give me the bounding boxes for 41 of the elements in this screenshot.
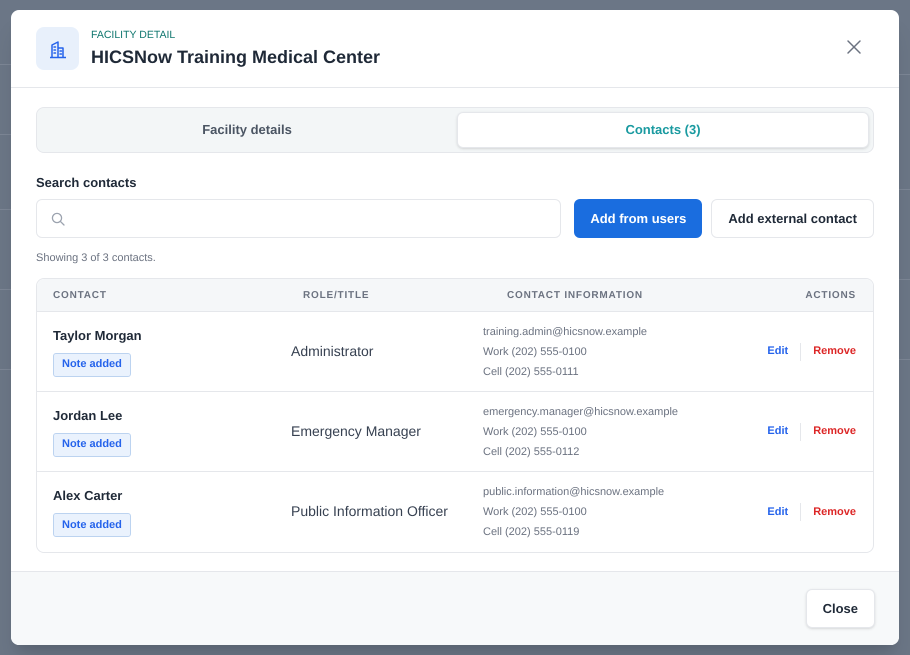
- edit-link[interactable]: Edit: [767, 423, 788, 440]
- contact-info-line: Work (202) 555-0100: [483, 344, 587, 360]
- close-icon[interactable]: [846, 38, 862, 54]
- contact-info-line: Work (202) 555-0100: [483, 505, 587, 520]
- column-header: CONTACT INFORMATION: [506, 288, 644, 302]
- search-field[interactable]: [36, 199, 562, 238]
- remove-link[interactable]: Remove: [813, 504, 856, 520]
- note-badge: Note added: [53, 513, 131, 537]
- dialog-eyebrow: FACILITY DETAIL: [91, 28, 176, 42]
- contact-info-line: Cell (202) 555-0112: [483, 444, 580, 460]
- contact-info-line: Cell (202) 555-0119: [483, 525, 580, 540]
- contact-info-line: public.information@hicsnow.example: [483, 485, 664, 500]
- edit-link[interactable]: Edit: [767, 504, 788, 520]
- add-from-users-button[interactable]: Add from users: [574, 199, 702, 238]
- add-external-contact-button[interactable]: Add external contact: [711, 199, 874, 238]
- column-header: ACTIONS: [804, 288, 857, 302]
- contact-name: Alex Carter: [53, 487, 122, 504]
- role-text: Emergency Manager: [291, 422, 421, 438]
- column-header: ROLE/TITLE: [302, 288, 370, 302]
- contact-name: Taylor Morgan: [53, 326, 142, 344]
- contact-info-line: training.admin@hicsnow.example: [483, 324, 648, 340]
- dialog-title: HICSNow Training Medical Center: [91, 46, 382, 69]
- close-button[interactable]: Close: [806, 589, 875, 628]
- note-badge: Note added: [53, 432, 131, 456]
- result-count: Showing 3 of 3 contacts.: [36, 251, 157, 265]
- edit-link[interactable]: Edit: [767, 343, 788, 360]
- search-icon: [51, 212, 65, 226]
- column-header: CONTACT: [52, 288, 108, 302]
- building-icon: [36, 27, 79, 70]
- tab[interactable]: Facility details: [41, 112, 453, 148]
- remove-link[interactable]: Remove: [813, 343, 856, 360]
- note-badge: Note added: [53, 352, 131, 376]
- search-label: Search contacts: [36, 175, 138, 191]
- contact-info-line: Cell (202) 555-0111: [483, 364, 579, 380]
- contact-info-line: Work (202) 555-0100: [483, 424, 587, 440]
- contact-name: Jordan Lee: [53, 406, 122, 424]
- remove-link[interactable]: Remove: [813, 423, 856, 440]
- tab[interactable]: Contacts (3): [457, 112, 869, 148]
- role-text: Administrator: [291, 342, 374, 358]
- role-text: Public Information Officer: [291, 503, 448, 519]
- contact-info-line: emergency.manager@hicsnow.example: [483, 404, 678, 420]
